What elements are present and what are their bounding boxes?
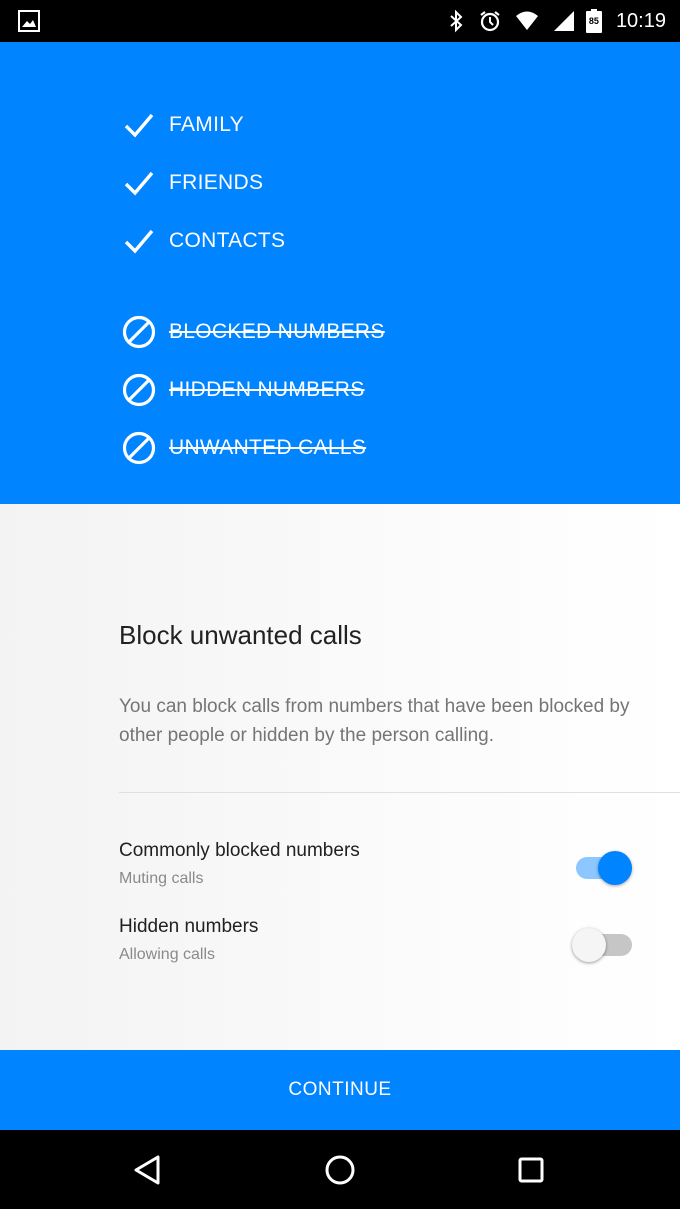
allowed-item-friends: FRIENDS	[122, 163, 263, 203]
block-icon	[122, 431, 156, 465]
setting-title: Commonly blocked numbers	[119, 840, 360, 861]
setting-subtitle: Allowing calls	[119, 946, 216, 963]
back-icon[interactable]	[130, 1152, 166, 1188]
clock: 10:19	[615, 9, 666, 32]
setting-commonly-blocked: Commonly blocked numbers Muting calls	[119, 840, 649, 890]
allowed-item-label: FRIENDS	[169, 171, 264, 194]
blocked-item-blocked-numbers: BLOCKED NUMBERS	[122, 312, 385, 352]
setting-title: Hidden numbers	[119, 916, 259, 937]
check-icon	[124, 171, 154, 196]
blocked-item-unwanted-calls: UNWANTED CALLS	[122, 428, 366, 468]
allowed-item-label: CONTACTS	[169, 229, 286, 252]
hero-panel: FAMILY FRIENDS CONTACTS BLOCKED NUMBERS …	[0, 42, 680, 504]
status-bar: 85 10:19	[0, 0, 680, 42]
page-title: Block unwanted calls	[119, 620, 362, 650]
continue-button[interactable]: CONTINUE	[0, 1050, 680, 1130]
blocked-item-label: HIDDEN NUMBERS	[169, 378, 365, 401]
allowed-item-label: FAMILY	[169, 113, 244, 136]
battery-icon: 85	[585, 9, 602, 33]
page-description: You can block calls from numbers that ha…	[119, 696, 630, 746]
blocked-item-label: BLOCKED NUMBERS	[169, 320, 385, 343]
setting-hidden-numbers: Hidden numbers Allowing calls	[119, 916, 649, 966]
allowed-item-contacts: CONTACTS	[122, 221, 285, 261]
recents-icon[interactable]	[513, 1152, 549, 1188]
wifi-icon	[515, 11, 538, 30]
blocked-item-label: UNWANTED CALLS	[169, 436, 367, 459]
toggle-thumb	[598, 851, 632, 885]
allowed-item-family: FAMILY	[122, 105, 244, 145]
commonly-blocked-toggle[interactable]	[572, 846, 634, 885]
blocked-item-hidden-numbers: HIDDEN NUMBERS	[122, 370, 365, 410]
status-icons: 85 10:19	[444, 0, 666, 42]
check-icon	[124, 113, 154, 138]
content-panel: Block unwanted calls You can block calls…	[0, 504, 680, 1050]
setting-subtitle: Muting calls	[119, 870, 204, 887]
check-icon	[124, 229, 154, 254]
divider	[119, 792, 680, 793]
navigation-bar	[0, 1130, 680, 1209]
battery-level: 85	[588, 16, 599, 26]
block-icon	[122, 373, 156, 407]
home-icon[interactable]	[322, 1152, 358, 1188]
hidden-numbers-toggle[interactable]	[572, 923, 634, 962]
image-icon	[18, 10, 40, 32]
bluetooth-icon	[450, 9, 463, 33]
toggle-thumb	[572, 928, 606, 962]
alarm-icon	[480, 11, 500, 32]
block-icon	[122, 315, 156, 349]
signal-icon	[553, 11, 574, 31]
